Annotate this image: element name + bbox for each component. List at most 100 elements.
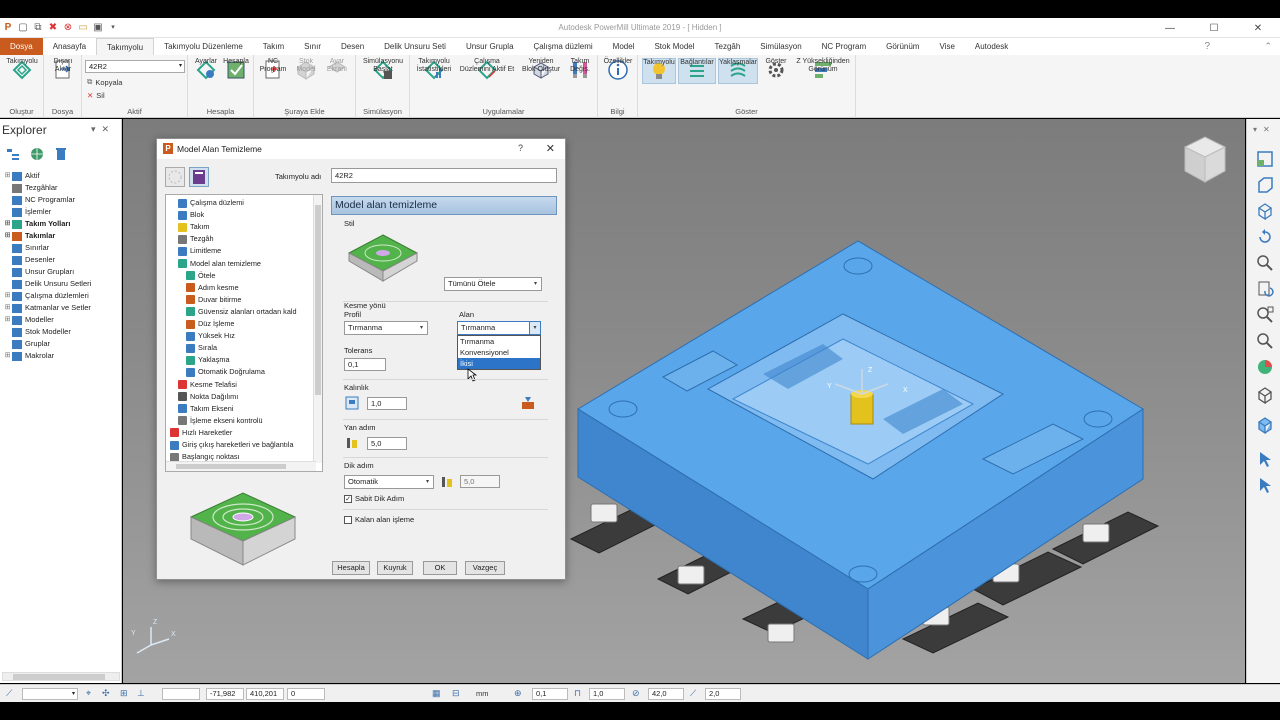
stepdown-input[interactable]: 5,0 [460, 475, 500, 488]
tab-15[interactable]: Görünüm [876, 38, 929, 55]
parameters-icon-button[interactable] [189, 167, 209, 187]
explorer-item[interactable]: Gruplar [3, 338, 121, 350]
tab-7[interactable]: Delik Unsuru Seti [374, 38, 456, 55]
tree-item[interactable]: Çalışma düzlemi [178, 197, 244, 209]
settings-button[interactable]: Ayarlar [192, 58, 220, 82]
status-line-icon[interactable]: ⟋ [6, 688, 12, 699]
toolpath-name-input[interactable]: 42R2 [331, 168, 557, 183]
ok-button[interactable]: OK [423, 561, 457, 575]
tree-item[interactable]: Tezgâh [178, 233, 214, 245]
explorer-item[interactable]: İşlemler [3, 206, 121, 218]
tree-item[interactable]: Nokta Dağılımı [178, 391, 238, 403]
dialog-close-icon[interactable]: ✕ [546, 142, 555, 155]
calculate-button[interactable]: Hesapla [221, 58, 251, 82]
show-toolpath-button[interactable]: Takımyolu [642, 58, 676, 84]
status-thickness-icon[interactable]: ⊓ [574, 688, 581, 699]
zoom-box-icon[interactable] [1255, 305, 1275, 325]
tab-2[interactable]: Takımyolu [96, 38, 155, 55]
status-angle-field[interactable]: 42,0 [648, 688, 684, 700]
tree-item[interactable]: Sırala [186, 342, 217, 354]
explorer-item[interactable]: Tezgâhlar [3, 182, 121, 194]
delete-button[interactable]: ✕ Sil [87, 91, 105, 100]
expand-icon[interactable]: ⊞ [3, 230, 12, 242]
tree-item[interactable]: Limitleme [178, 245, 221, 257]
view-iso-icon[interactable] [1255, 149, 1275, 169]
start-simulation-button[interactable]: Simülasyonu Başlat [359, 58, 407, 82]
tree-item[interactable]: Otomatik Doğrulama [186, 366, 265, 378]
status-axis-icon[interactable]: ✣ [102, 688, 110, 699]
stepdown-mode-select[interactable]: Otomatik ▾ [344, 475, 434, 489]
explorer-item[interactable]: ⊞ Aktif [3, 170, 121, 182]
explorer-item[interactable]: NC Programlar [3, 194, 121, 206]
close-window-icon[interactable]: ✕ [1236, 18, 1280, 38]
tree-item[interactable]: Takım Ekseni [178, 403, 233, 415]
maximize-icon[interactable]: ☐ [1192, 18, 1236, 38]
expand-icon[interactable]: ⊞ [3, 314, 12, 326]
view-front-icon[interactable] [1255, 175, 1275, 195]
copy-button[interactable]: ⧉ Kopyala [87, 77, 122, 87]
explorer-hscrollbar[interactable] [2, 672, 120, 681]
area-option[interactable]: Tırmanma [458, 336, 540, 347]
calculate-dialog-button[interactable]: Hesapla [332, 561, 370, 575]
tree-item[interactable]: Takım [178, 221, 209, 233]
tree-item[interactable]: Düz İşleme [186, 318, 235, 330]
stepdown-lock-icon[interactable] [440, 475, 454, 489]
toolbar-pin-controls[interactable]: ▾✕ [1253, 125, 1276, 134]
status-workplane-icon[interactable]: ⊥ [137, 688, 145, 699]
tab-5[interactable]: Sınır [294, 38, 331, 55]
tab-1[interactable]: Anasayfa [43, 38, 96, 55]
export-button[interactable]: Dışarı Aktar [48, 58, 78, 82]
tab-11[interactable]: Stok Model [644, 38, 704, 55]
tree-item[interactable]: Ötele [186, 270, 215, 282]
status-thickness-field[interactable]: 1,0 [589, 688, 625, 700]
stepover-input[interactable]: 5,0 [367, 437, 407, 450]
tree-item[interactable]: İşleme ekseni kontrolü [178, 415, 263, 427]
select-arrow-icon[interactable] [1255, 449, 1275, 469]
active-toolpath-select[interactable]: 42R2 ▾ [85, 60, 185, 73]
tree-item[interactable]: Duvar bitirme [186, 294, 241, 306]
fixed-stepdown-checkbox[interactable]: ✓ Sabit Dik Adım [344, 494, 404, 503]
explorer-item[interactable]: ⊞ Çalışma düzlemleri [3, 290, 121, 302]
tab-4[interactable]: Takım [253, 38, 294, 55]
explorer-controls[interactable]: ▾✕ [91, 124, 115, 135]
show-links-button[interactable]: Bağlantılar [678, 58, 716, 84]
profile-direction-select[interactable]: Tırmanma ▾ [344, 321, 428, 335]
activate-workplane-button[interactable]: Çalışma Düzlemini Aktif Et [456, 58, 518, 82]
status-calc-icon[interactable]: ▦ [432, 688, 441, 699]
tree-item[interactable]: Giriş çıkış hareketleri ve bağlantıla [170, 439, 294, 451]
tab-13[interactable]: Simülasyon [750, 38, 811, 55]
help-icon[interactable]: ? [1204, 41, 1210, 52]
tree-vscrollbar[interactable] [313, 195, 322, 463]
tree-view-icon[interactable] [6, 147, 20, 163]
dialog-help-icon[interactable]: ? [518, 143, 523, 153]
tree-item[interactable]: Güvensiz alanları ortadan kald [186, 306, 297, 318]
ribbon-minimize-icon[interactable]: ⌃ [1264, 41, 1272, 52]
status-tolerance-field[interactable]: 0,1 [532, 688, 568, 700]
globe-icon[interactable] [30, 147, 44, 163]
expand-icon[interactable]: ⊞ [3, 302, 12, 314]
tab-3[interactable]: Takımyolu Düzenleme [154, 38, 253, 55]
tree-item[interactable]: Kesme Telafisi [178, 379, 237, 391]
refresh-view-icon[interactable] [1255, 279, 1275, 299]
stepover-lock-icon[interactable] [345, 436, 359, 450]
setup-sheet-button[interactable]: Ayar Ekranı [322, 58, 352, 82]
tree-hscrollbar[interactable] [166, 461, 316, 471]
explorer-item[interactable]: ⊞ Takımlar [3, 230, 121, 242]
stock-model-button[interactable]: Stok Model [292, 58, 320, 82]
status-snap-icon[interactable]: ⌖ [86, 688, 91, 699]
explorer-item[interactable]: Unsur Grupları [3, 266, 121, 278]
queue-button[interactable]: Kuyruk [377, 561, 413, 575]
create-toolpath-button[interactable]: Takımyolu [4, 58, 40, 82]
status-ruler-icon[interactable]: ⊟ [452, 688, 460, 699]
cancel-button[interactable]: Vazgeç [465, 561, 505, 575]
tree-item[interactable]: Model alan temizleme [178, 258, 261, 270]
nc-program-button[interactable]: NC Program [257, 58, 289, 82]
tree-item[interactable]: Blok [178, 209, 204, 221]
explorer-item[interactable]: Sınırlar [3, 242, 121, 254]
toolpath-statistics-button[interactable]: Takımyolu İstatistikleri [412, 58, 456, 82]
change-tool-button[interactable]: Takım Değiş. [566, 58, 594, 82]
rest-machining-checkbox[interactable]: Kalan alan işleme [344, 515, 414, 524]
tab-14[interactable]: NC Program [812, 38, 876, 55]
component-thickness-icon[interactable] [521, 396, 535, 410]
explorer-item[interactable]: ⊞ Makrolar [3, 350, 121, 362]
